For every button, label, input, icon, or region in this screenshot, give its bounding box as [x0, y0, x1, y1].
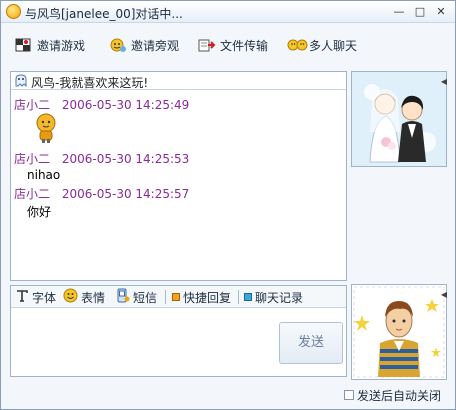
- chat-window: 与风鸟[janelee_00]对话中... — □ ✕ 邀请游戏 邀请旁观 文件…: [0, 0, 456, 410]
- message-text: 你好: [27, 205, 52, 219]
- message-input-area[interactable]: 字体 表情 短信 快捷回复 聊天记录 发送: [10, 285, 347, 377]
- file-transfer-button[interactable]: 文件传输: [198, 36, 268, 54]
- group-chat-button[interactable]: 多人聊天: [287, 36, 357, 54]
- file-icon: [198, 37, 216, 53]
- invite-game-label: 邀请游戏: [37, 38, 86, 53]
- emoticon-image: [34, 112, 58, 144]
- minimize-button[interactable]: —: [391, 4, 407, 19]
- chat-history[interactable]: 风鸟-我就喜欢来这玩! 店小二 2006-05-30 14:25:49 店小二 …: [10, 71, 347, 281]
- invite-watch-label: 邀请旁观: [131, 38, 180, 53]
- emoticon-button[interactable]: 表情: [63, 288, 106, 306]
- message-sender: 店小二: [14, 152, 51, 166]
- collapse-arrow-icon[interactable]: ◀: [440, 73, 448, 91]
- chat-header-text: 风鸟-我就喜欢来这玩!: [31, 76, 149, 90]
- font-button[interactable]: 字体: [15, 289, 56, 305]
- font-label: 字体: [32, 290, 57, 305]
- maximize-button[interactable]: □: [412, 4, 428, 19]
- invite-game-button[interactable]: 邀请游戏: [15, 36, 85, 54]
- game-icon: [15, 37, 33, 53]
- font-icon: [15, 289, 29, 306]
- message-header: 店小二 2006-05-30 14:25:57: [14, 185, 189, 202]
- history-label: 聊天记录: [255, 290, 304, 305]
- message-sender: 店小二: [14, 187, 51, 201]
- emoticon-label: 表情: [81, 290, 106, 305]
- toolbar: 邀请游戏 邀请旁观 文件传输 多人聊天: [1, 24, 455, 64]
- auto-close-checkbox[interactable]: [344, 390, 354, 400]
- group-icon: [287, 37, 308, 53]
- sms-label: 短信: [133, 290, 158, 305]
- chat-app-icon: [6, 4, 21, 19]
- chat-header: 风鸟-我就喜欢来这玩!: [11, 72, 346, 90]
- message-header: 店小二 2006-05-30 14:25:53: [14, 150, 189, 167]
- ghost-icon: [14, 74, 28, 88]
- message-text: nihao: [27, 168, 61, 182]
- toolbar-divider: [165, 290, 166, 304]
- window-title: 与风鸟[janelee_00]对话中...: [25, 7, 183, 21]
- input-toolbar: 字体 表情 短信 快捷回复 聊天记录: [11, 286, 346, 308]
- auto-close-label[interactable]: 发送后自动关闭: [357, 387, 441, 404]
- sms-button[interactable]: 短信: [115, 288, 158, 306]
- quick-reply-button[interactable]: 快捷回复: [172, 289, 231, 305]
- contact-avatar: [351, 71, 447, 167]
- message-time: 2006-05-30 14:25:49: [61, 98, 190, 112]
- smile-icon: [63, 288, 78, 306]
- quick-reply-icon: [172, 290, 180, 304]
- collapse-arrow-icon[interactable]: ◀: [440, 286, 448, 304]
- toolbar-divider: [238, 290, 239, 304]
- invite-watch-button[interactable]: 邀请旁观: [109, 36, 179, 54]
- message-sender: 店小二: [14, 98, 51, 112]
- close-button[interactable]: ✕: [433, 4, 449, 19]
- message-time: 2006-05-30 14:25:53: [61, 152, 190, 166]
- send-button[interactable]: 发送: [279, 322, 343, 364]
- group-chat-label: 多人聊天: [309, 38, 358, 53]
- history-button[interactable]: 聊天记录: [244, 289, 303, 305]
- history-icon: [244, 290, 252, 304]
- my-avatar: [351, 284, 447, 380]
- file-transfer-label: 文件传输: [220, 38, 269, 53]
- message-time: 2006-05-30 14:25:57: [61, 187, 190, 201]
- quick-reply-label: 快捷回复: [183, 290, 232, 305]
- sms-icon: [115, 288, 130, 306]
- watch-icon: [109, 37, 127, 53]
- message-header: 店小二 2006-05-30 14:25:49: [14, 96, 189, 113]
- title-bar[interactable]: 与风鸟[janelee_00]对话中... — □ ✕: [1, 1, 455, 23]
